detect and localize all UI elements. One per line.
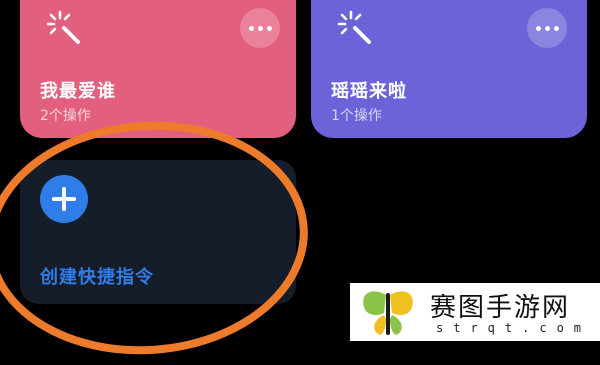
more-options-button[interactable] [240, 8, 280, 48]
watermark-url: strqt.com [436, 321, 592, 335]
shortcut-tile-wo-zui-ai-shui[interactable]: 我最爱谁 2个操作 [20, 0, 296, 138]
dot [535, 25, 541, 31]
plus-icon [52, 187, 76, 211]
shortcut-action-count: 2个操作 [40, 108, 91, 124]
dot [266, 25, 272, 31]
more-options-button[interactable] [527, 8, 567, 48]
add-shortcut-button[interactable] [40, 175, 88, 223]
dot [248, 25, 254, 31]
dot [553, 25, 559, 31]
create-shortcut-label: 创建快捷指令 [40, 267, 154, 288]
butterfly-logo-icon [363, 291, 413, 335]
watermark: 赛图手游网 strqt.com [350, 283, 600, 341]
shortcut-title: 瑶瑶来啦 [331, 81, 407, 102]
magic-wand-icon [337, 10, 371, 44]
dot [544, 25, 550, 31]
shortcut-tile-yao-yao-lai-la[interactable]: 瑶瑶来啦 1个操作 [311, 0, 587, 138]
create-shortcut-tile[interactable]: 创建快捷指令 [20, 160, 296, 304]
magic-wand-icon [46, 10, 80, 44]
shortcut-title: 我最爱谁 [40, 81, 116, 102]
watermark-title: 赛图手游网 [430, 293, 571, 323]
dot [257, 25, 263, 31]
shortcut-action-count: 1个操作 [331, 108, 382, 124]
